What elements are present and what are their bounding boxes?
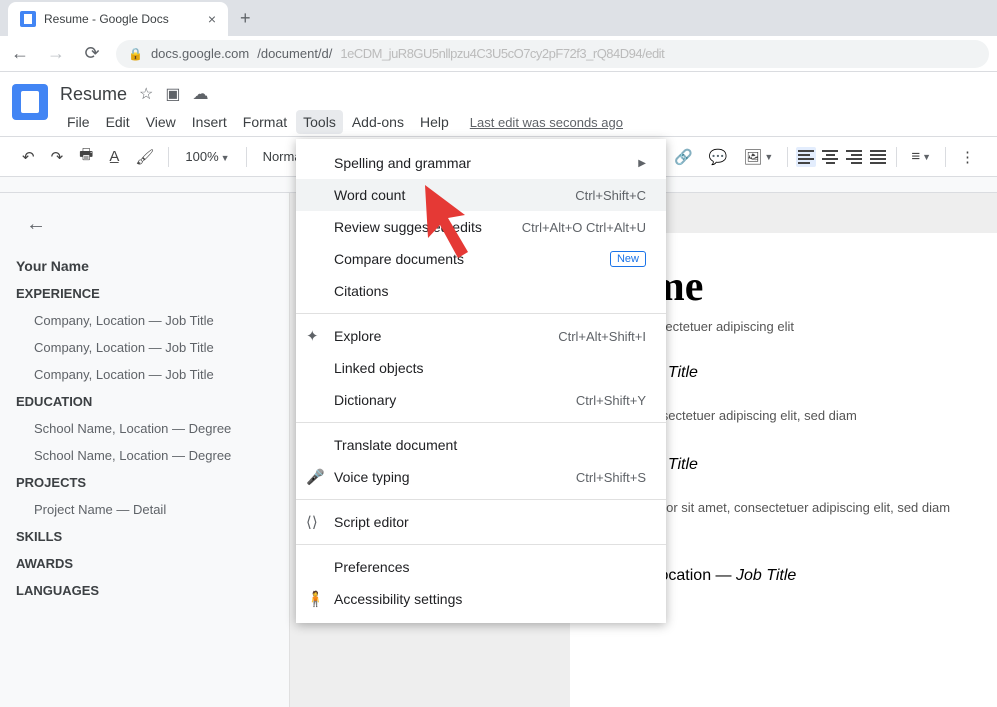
menu-bar: File Edit View Insert Format Tools Add-o…: [60, 108, 985, 136]
outline-heading[interactable]: Your Name: [16, 252, 273, 280]
menu-dictionary[interactable]: DictionaryCtrl+Shift+Y: [296, 384, 666, 416]
comment-button[interactable]: 💬: [703, 144, 734, 170]
separator: [168, 147, 169, 167]
more-button[interactable]: ⋮: [954, 144, 981, 170]
menu-explore[interactable]: ✦ExploreCtrl+Alt+Shift+I: [296, 320, 666, 352]
outline-item[interactable]: School Name, Location — Degree: [16, 442, 273, 469]
cloud-icon[interactable]: ☁: [193, 84, 209, 104]
outline-heading[interactable]: PROJECTS: [16, 469, 273, 496]
menu-format[interactable]: Format: [236, 110, 294, 134]
docs-logo-icon[interactable]: [12, 84, 48, 120]
separator: [787, 147, 788, 167]
lock-icon: 🔒: [128, 47, 143, 61]
undo-button[interactable]: ↶: [16, 144, 41, 170]
print-button[interactable]: 🖶: [73, 140, 99, 173]
new-tab-button[interactable]: +: [228, 8, 263, 29]
annotation-cursor-icon: [420, 180, 490, 265]
forward-button[interactable]: →: [44, 43, 68, 64]
mic-icon: 🎤: [306, 468, 325, 486]
move-icon[interactable]: ▣: [165, 84, 180, 104]
outline-heading[interactable]: SKILLS: [16, 523, 273, 550]
menu-linked-objects[interactable]: Linked objects: [296, 352, 666, 384]
close-icon[interactable]: ×: [208, 11, 216, 27]
outline-item[interactable]: Company, Location — Job Title: [16, 361, 273, 388]
outline-item[interactable]: School Name, Location — Degree: [16, 415, 273, 442]
outline-back-icon[interactable]: ←: [26, 213, 273, 236]
link-button[interactable]: 🔗: [668, 144, 699, 170]
browser-tab[interactable]: Resume - Google Docs ×: [8, 2, 228, 36]
address-bar-row: ← → ⟳ 🔒 docs.google.com/document/d/1eCDM…: [0, 36, 997, 72]
outline-item[interactable]: Company, Location — Job Title: [16, 334, 273, 361]
outline-item[interactable]: Project Name — Detail: [16, 496, 273, 523]
docs-favicon: [20, 11, 36, 27]
menu-translate[interactable]: Translate document: [296, 429, 666, 461]
menu-accessibility[interactable]: 🧍Accessibility settings: [296, 583, 666, 615]
reload-button[interactable]: ⟳: [80, 43, 104, 64]
line-spacing-button[interactable]: ≡▼: [905, 144, 937, 169]
menu-spelling[interactable]: Spelling and grammar▶: [296, 147, 666, 179]
document-title[interactable]: Resume: [60, 84, 127, 105]
menu-help[interactable]: Help: [413, 110, 456, 134]
new-badge: New: [610, 251, 646, 267]
menu-edit[interactable]: Edit: [99, 110, 137, 134]
url-domain: docs.google.com: [151, 46, 249, 61]
menu-voice-typing[interactable]: 🎤Voice typingCtrl+Shift+S: [296, 461, 666, 493]
docs-header: Resume ☆ ▣ ☁ File Edit View Insert Forma…: [0, 72, 997, 137]
accessibility-icon: 🧍: [306, 590, 325, 608]
url-bar[interactable]: 🔒 docs.google.com/document/d/1eCDM_juR8G…: [116, 40, 989, 68]
separator: [296, 422, 666, 423]
outline-heading[interactable]: LANGUAGES: [16, 577, 273, 604]
menu-tools[interactable]: Tools: [296, 110, 343, 134]
outline-pane: ← Your Name EXPERIENCE Company, Location…: [0, 193, 290, 707]
spellcheck-button[interactable]: A̲: [103, 144, 125, 169]
outline-heading[interactable]: EDUCATION: [16, 388, 273, 415]
back-button[interactable]: ←: [8, 43, 32, 64]
menu-citations[interactable]: Citations: [296, 275, 666, 307]
separator: [296, 544, 666, 545]
star-icon[interactable]: ☆: [139, 84, 153, 104]
paint-format-button[interactable]: 🖌: [129, 144, 160, 170]
zoom-select[interactable]: 100%▼: [177, 145, 237, 168]
url-path: /document/d/: [257, 46, 332, 61]
outline-heading[interactable]: AWARDS: [16, 550, 273, 577]
tab-title: Resume - Google Docs: [44, 12, 200, 26]
image-button[interactable]: 🖼▼: [737, 144, 779, 170]
align-center-button[interactable]: [820, 147, 840, 167]
separator: [945, 147, 946, 167]
outline-heading[interactable]: EXPERIENCE: [16, 280, 273, 307]
url-docid: 1eCDM_juR8GU5nllpzu4C3U5cO7cy2pF72f3_rQ8…: [340, 46, 664, 61]
script-icon: ⟨⟩: [306, 513, 318, 531]
separator: [246, 147, 247, 167]
title-area: Resume ☆ ▣ ☁ File Edit View Insert Forma…: [60, 80, 985, 136]
submenu-arrow-icon: ▶: [638, 158, 646, 169]
menu-preferences[interactable]: Preferences: [296, 551, 666, 583]
menu-script-editor[interactable]: ⟨⟩Script editor: [296, 506, 666, 538]
separator: [296, 313, 666, 314]
separator: [296, 499, 666, 500]
redo-button[interactable]: ↷: [45, 144, 70, 170]
align-right-button[interactable]: [844, 147, 864, 167]
menu-addons[interactable]: Add-ons: [345, 110, 411, 134]
explore-icon: ✦: [306, 327, 319, 345]
align-justify-button[interactable]: [868, 147, 888, 167]
menu-file[interactable]: File: [60, 110, 97, 134]
menu-insert[interactable]: Insert: [185, 110, 234, 134]
menu-view[interactable]: View: [139, 110, 183, 134]
last-edit-link[interactable]: Last edit was seconds ago: [470, 115, 623, 130]
outline-item[interactable]: Company, Location — Job Title: [16, 307, 273, 334]
tab-bar: Resume - Google Docs × +: [0, 0, 997, 36]
align-left-button[interactable]: [796, 147, 816, 167]
browser-chrome: Resume - Google Docs × + ← → ⟳ 🔒 docs.go…: [0, 0, 997, 72]
separator: [896, 147, 897, 167]
